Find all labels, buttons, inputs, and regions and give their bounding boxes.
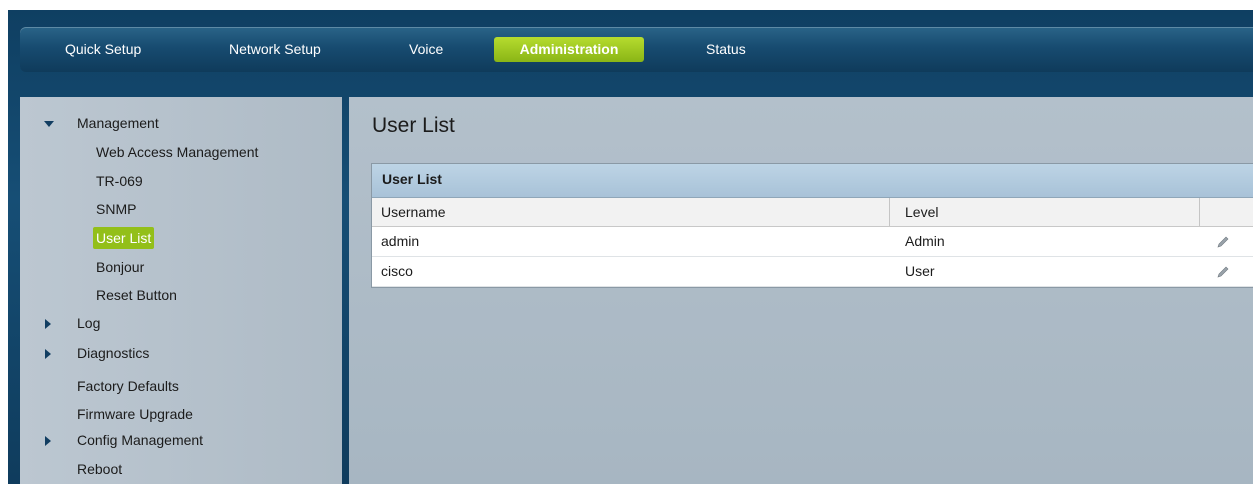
sidebar: Management Web Access Management TR-069 … (20, 97, 342, 484)
page-title: User List (372, 114, 455, 137)
table-caption: User List (382, 171, 442, 187)
pencil-icon[interactable] (1216, 265, 1230, 279)
level-cell: User (905, 263, 935, 279)
main-content (349, 97, 1253, 484)
right-arrow-icon[interactable] (45, 349, 51, 359)
tab-administration[interactable]: Administration (494, 37, 644, 62)
username-cell: cisco (381, 263, 413, 279)
sidebar-item-management[interactable]: Management (77, 115, 159, 131)
sidebar-item-log[interactable]: Log (77, 315, 100, 331)
tab-status[interactable]: Status (706, 37, 746, 62)
sidebar-item-reset-button[interactable]: Reset Button (96, 287, 177, 303)
username-cell: admin (381, 233, 420, 249)
sidebar-item-snmp[interactable]: SNMP (96, 201, 136, 217)
sidebar-item-user-list[interactable]: User List (93, 227, 155, 249)
sidebar-item-config-management[interactable]: Config Management (77, 432, 203, 448)
table-row[interactable]: admin Admin (372, 227, 1253, 257)
table-header: User List (372, 164, 1253, 198)
user-list-table: User List Username Level admin Admin cis… (371, 163, 1253, 288)
sidebar-item-firmware-upgrade[interactable]: Firmware Upgrade (77, 406, 193, 422)
column-divider (1199, 198, 1200, 226)
column-header-username: Username (381, 204, 446, 220)
sidebar-item-diagnostics[interactable]: Diagnostics (77, 345, 149, 361)
column-header-level: Level (905, 204, 939, 220)
sidebar-item-reboot[interactable]: Reboot (77, 461, 122, 477)
sidebar-item-tr-069[interactable]: TR-069 (96, 173, 143, 189)
column-divider (889, 198, 890, 226)
tab-network-setup[interactable]: Network Setup (229, 37, 321, 62)
right-arrow-icon[interactable] (45, 319, 51, 329)
down-arrow-icon[interactable] (44, 121, 54, 127)
pencil-icon[interactable] (1216, 235, 1230, 249)
column-header-row: Username Level (372, 198, 1253, 227)
top-navigation: Quick Setup Network Setup Voice Administ… (20, 27, 1253, 72)
sidebar-item-bonjour[interactable]: Bonjour (96, 259, 144, 275)
tab-quick-setup[interactable]: Quick Setup (65, 37, 141, 62)
sidebar-item-web-access-management[interactable]: Web Access Management (96, 144, 258, 160)
right-arrow-icon[interactable] (45, 436, 51, 446)
tab-voice[interactable]: Voice (409, 37, 443, 62)
table-row[interactable]: cisco User (372, 257, 1253, 287)
level-cell: Admin (905, 233, 945, 249)
sidebar-item-factory-defaults[interactable]: Factory Defaults (77, 378, 179, 394)
